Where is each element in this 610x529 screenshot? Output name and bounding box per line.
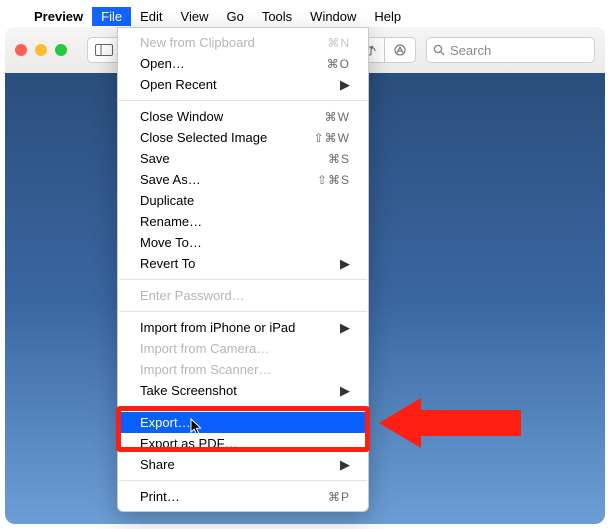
menu-item-open-recent[interactable]: Open Recent ▶ bbox=[118, 74, 368, 95]
menu-separator bbox=[119, 311, 367, 312]
menu-separator bbox=[119, 279, 367, 280]
menu-item-shortcut: ⇧⌘W bbox=[314, 131, 350, 145]
menu-item-label: Duplicate bbox=[140, 193, 194, 208]
menu-item-label: Share bbox=[140, 457, 175, 472]
menu-item-close-selected-image[interactable]: Close Selected Image ⇧⌘W bbox=[118, 127, 368, 148]
menu-item-take-screenshot[interactable]: Take Screenshot ▶ bbox=[118, 380, 368, 401]
submenu-arrow-icon: ▶ bbox=[340, 383, 350, 399]
menubar-tools[interactable]: Tools bbox=[253, 7, 301, 26]
macos-menubar: Preview File Edit View Go Tools Window H… bbox=[5, 5, 605, 27]
menubar-file[interactable]: File bbox=[92, 7, 131, 26]
traffic-lights bbox=[15, 44, 67, 56]
zoom-window-button[interactable] bbox=[55, 44, 67, 56]
markup-button[interactable] bbox=[384, 37, 416, 63]
submenu-arrow-icon: ▶ bbox=[340, 457, 350, 473]
menu-item-import-from-iphone-or-ipad[interactable]: Import from iPhone or iPad ▶ bbox=[118, 317, 368, 338]
menu-item-label: Open Recent bbox=[140, 77, 217, 92]
menu-item-label: Rename… bbox=[140, 214, 202, 229]
menu-item-export-as-pdf[interactable]: Export as PDF… bbox=[118, 433, 368, 454]
menubar-window[interactable]: Window bbox=[301, 7, 365, 26]
menu-item-label: Import from Scanner… bbox=[140, 362, 272, 377]
arrow-head-icon bbox=[379, 398, 421, 448]
annotation-arrow bbox=[379, 398, 521, 448]
minimize-window-button[interactable] bbox=[35, 44, 47, 56]
menubar-view[interactable]: View bbox=[172, 7, 218, 26]
menubar-edit[interactable]: Edit bbox=[131, 7, 171, 26]
menu-item-label: Move To… bbox=[140, 235, 202, 250]
menu-item-label: Close Selected Image bbox=[140, 130, 267, 145]
menu-separator bbox=[119, 406, 367, 407]
menu-item-revert-to[interactable]: Revert To ▶ bbox=[118, 253, 368, 274]
sidebar-icon bbox=[95, 44, 113, 56]
menu-item-move-to[interactable]: Move To… bbox=[118, 232, 368, 253]
menu-item-save[interactable]: Save ⌘S bbox=[118, 148, 368, 169]
menu-item-label: Take Screenshot bbox=[140, 383, 237, 398]
menu-item-share[interactable]: Share ▶ bbox=[118, 454, 368, 475]
menu-item-label: Import from iPhone or iPad bbox=[140, 320, 295, 335]
file-menu-dropdown: New from Clipboard ⌘N Open… ⌘O Open Recent ▶ C… bbox=[117, 27, 369, 512]
menu-item-label: Close Window bbox=[140, 109, 223, 124]
menu-item-shortcut: ⌘O bbox=[327, 57, 350, 71]
menu-item-save-as[interactable]: Save As… ⇧⌘S bbox=[118, 169, 368, 190]
menu-item-export[interactable]: Export… bbox=[118, 412, 368, 433]
close-window-button[interactable] bbox=[15, 44, 27, 56]
submenu-arrow-icon: ▶ bbox=[340, 256, 350, 272]
menu-item-label: Open… bbox=[140, 56, 185, 71]
menu-item-label: Import from Camera… bbox=[140, 341, 269, 356]
menu-item-shortcut: ⇧⌘S bbox=[317, 173, 350, 187]
menubar-go[interactable]: Go bbox=[217, 7, 252, 26]
menu-item-label: Export as PDF… bbox=[140, 436, 238, 451]
menu-item-label: Print… bbox=[140, 489, 180, 504]
menubar-app-name[interactable]: Preview bbox=[25, 7, 92, 26]
menu-item-label: New from Clipboard bbox=[140, 35, 255, 50]
menu-item-enter-password: Enter Password… bbox=[118, 285, 368, 306]
menu-item-print[interactable]: Print… ⌘P bbox=[118, 486, 368, 507]
search-field[interactable]: Search bbox=[426, 37, 595, 63]
submenu-arrow-icon: ▶ bbox=[340, 77, 350, 93]
search-placeholder: Search bbox=[450, 43, 491, 58]
menu-item-import-from-camera: Import from Camera… bbox=[118, 338, 368, 359]
menu-item-label: Save As… bbox=[140, 172, 201, 187]
search-icon bbox=[433, 44, 445, 56]
menu-item-import-from-scanner: Import from Scanner… bbox=[118, 359, 368, 380]
markup-icon bbox=[392, 43, 408, 57]
menubar-help[interactable]: Help bbox=[365, 7, 410, 26]
menu-item-shortcut: ⌘W bbox=[325, 110, 350, 124]
arrow-shaft bbox=[421, 410, 521, 436]
menu-item-rename[interactable]: Rename… bbox=[118, 211, 368, 232]
menu-item-label: Export… bbox=[140, 415, 191, 430]
menu-item-shortcut: ⌘S bbox=[328, 152, 350, 166]
menu-item-new-from-clipboard: New from Clipboard ⌘N bbox=[118, 32, 368, 53]
menu-item-close-window[interactable]: Close Window ⌘W bbox=[118, 106, 368, 127]
sidebar-toggle-button[interactable] bbox=[87, 37, 120, 63]
menu-item-duplicate[interactable]: Duplicate bbox=[118, 190, 368, 211]
submenu-arrow-icon: ▶ bbox=[340, 320, 350, 336]
menu-item-open[interactable]: Open… ⌘O bbox=[118, 53, 368, 74]
menu-item-label: Revert To bbox=[140, 256, 195, 271]
menu-item-label: Enter Password… bbox=[140, 288, 245, 303]
menu-separator bbox=[119, 480, 367, 481]
menu-item-label: Save bbox=[140, 151, 170, 166]
menu-separator bbox=[119, 100, 367, 101]
mouse-cursor-icon bbox=[190, 418, 204, 436]
menu-item-shortcut: ⌘N bbox=[327, 36, 350, 50]
menu-item-shortcut: ⌘P bbox=[328, 490, 350, 504]
